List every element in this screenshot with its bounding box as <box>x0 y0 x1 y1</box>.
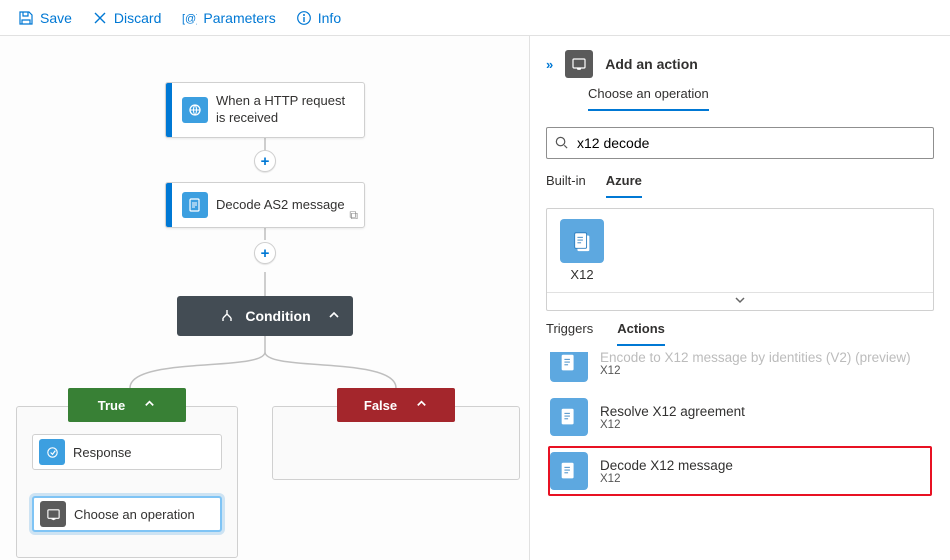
choose-operation-card[interactable]: Choose an operation <box>32 496 222 532</box>
action-sub: X12 <box>600 419 745 431</box>
trigger-title: When a HTTP request is received <box>216 87 364 133</box>
panel-subtitle[interactable]: Choose an operation <box>588 86 709 111</box>
tab-actions[interactable]: Actions <box>617 321 665 346</box>
branch-icon <box>219 308 235 324</box>
operation-icon <box>40 501 66 527</box>
actions-list[interactable]: Encode to X12 message by identities (V2)… <box>530 352 950 522</box>
action-card-as2[interactable]: Decode AS2 message ⧉ <box>165 182 365 228</box>
runtime-tabs: Built-in Azure <box>530 159 950 198</box>
branch-false-label: False <box>364 398 397 413</box>
branch-true-header[interactable]: True <box>68 388 186 422</box>
document-icon <box>182 192 208 218</box>
save-button[interactable]: Save <box>10 6 80 30</box>
action-title: Decode X12 message <box>600 458 733 473</box>
response-icon <box>39 439 65 465</box>
action-title: Resolve X12 agreement <box>600 404 745 419</box>
discard-label: Discard <box>114 10 161 26</box>
branch-true-container <box>16 406 238 558</box>
action-row-highlighted[interactable]: Decode X12 message X12 <box>548 446 932 496</box>
connector-x12[interactable]: X12 <box>547 209 617 292</box>
collapse-panel-icon[interactable]: » <box>546 57 553 72</box>
info-button[interactable]: Info <box>288 6 349 30</box>
chevron-up-icon <box>415 397 428 413</box>
tab-azure[interactable]: Azure <box>606 173 642 198</box>
connectors-list: X12 <box>546 208 934 311</box>
x12-icon <box>560 219 604 263</box>
condition-title: Condition <box>245 308 310 324</box>
action-sub: X12 <box>600 365 911 377</box>
parameters-icon: [@] <box>181 10 197 26</box>
response-card[interactable]: Response <box>32 434 222 470</box>
panel-title: Add an action <box>605 56 698 72</box>
svg-text:[@]: [@] <box>182 13 197 25</box>
parameters-button[interactable]: [@] Parameters <box>173 6 283 30</box>
toolbar: Save Discard [@] Parameters Info <box>0 0 950 36</box>
save-label: Save <box>40 10 72 26</box>
x12-icon <box>550 452 588 490</box>
search-icon <box>554 135 569 153</box>
choose-operation-label: Choose an operation <box>74 507 195 522</box>
action-row[interactable]: Encode to X12 message by identities (V2)… <box>530 352 950 390</box>
card-stripe <box>166 83 172 137</box>
action-sub: X12 <box>600 473 733 485</box>
card-stripe <box>166 183 172 227</box>
operation-panel: » Add an action Choose an operation Buil… <box>530 36 950 560</box>
parameters-label: Parameters <box>203 10 275 26</box>
discard-button[interactable]: Discard <box>84 6 169 30</box>
trigger-card[interactable]: When a HTTP request is received <box>165 82 365 138</box>
action-title: Decode AS2 message <box>216 191 364 220</box>
x12-icon <box>550 352 588 382</box>
x12-icon <box>550 398 588 436</box>
branch-true-label: True <box>98 398 125 413</box>
response-label: Response <box>73 445 132 460</box>
http-icon <box>182 97 208 123</box>
expand-connectors[interactable] <box>547 292 933 310</box>
panel-icon <box>565 50 593 78</box>
info-label: Info <box>318 10 341 26</box>
chevron-up-icon <box>327 308 341 325</box>
condition-card[interactable]: Condition <box>177 296 353 336</box>
action-row[interactable]: Resolve X12 agreement X12 <box>530 390 950 444</box>
save-icon <box>18 10 34 26</box>
action-title: Encode to X12 message by identities (V2)… <box>600 352 911 365</box>
search-input[interactable] <box>546 127 934 159</box>
designer-canvas[interactable]: When a HTTP request is received + Decode… <box>0 36 530 560</box>
connector-name: X12 <box>570 267 593 282</box>
branch-false-header[interactable]: False <box>337 388 455 422</box>
close-icon <box>92 10 108 26</box>
add-step-button[interactable]: + <box>254 242 276 264</box>
tab-builtin[interactable]: Built-in <box>546 173 586 198</box>
info-icon <box>296 10 312 26</box>
link-icon: ⧉ <box>349 208 358 223</box>
tab-triggers[interactable]: Triggers <box>546 321 593 346</box>
chevron-up-icon <box>143 397 156 413</box>
add-step-button[interactable]: + <box>254 150 276 172</box>
